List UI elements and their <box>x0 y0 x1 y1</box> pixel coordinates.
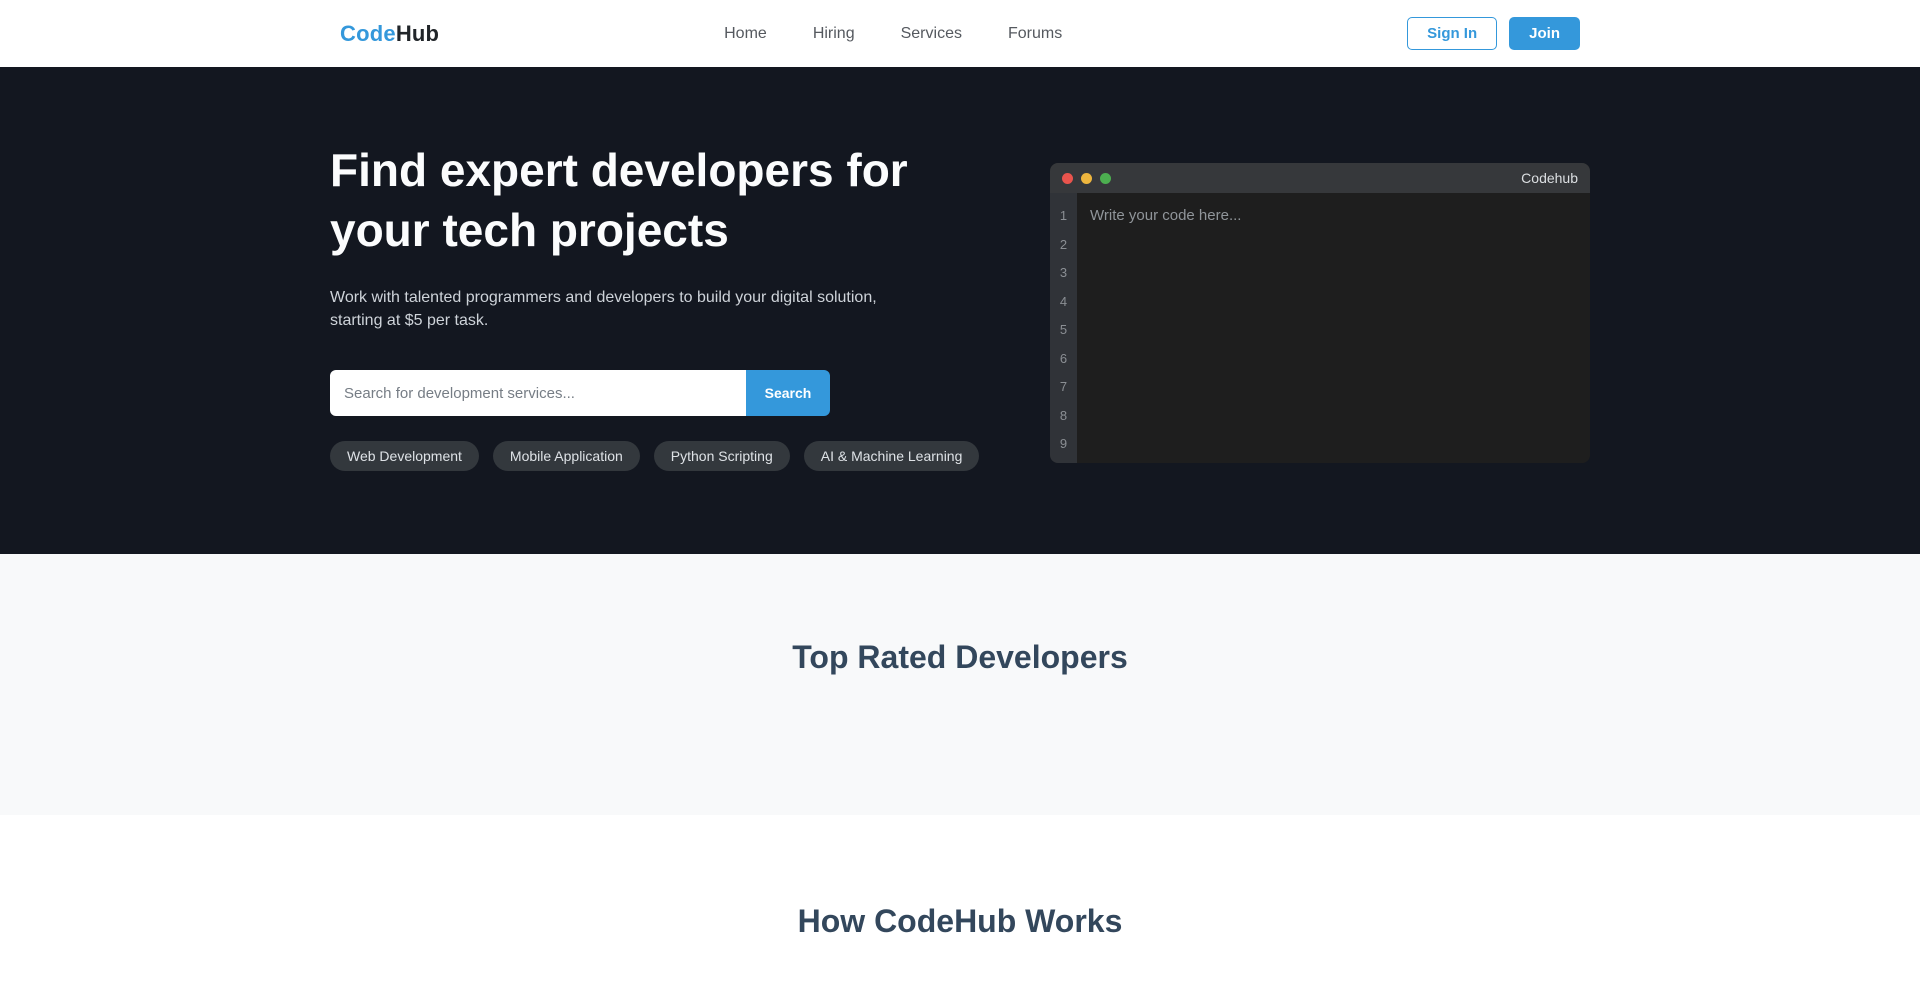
line-number: 5 <box>1050 316 1077 345</box>
editor-titlebar: Codehub <box>1050 163 1590 193</box>
tag-ai-machine-learning[interactable]: AI & Machine Learning <box>804 441 980 471</box>
top-rated-heading: Top Rated Developers <box>0 639 1920 676</box>
code-input-area[interactable]: Write your code here... <box>1077 193 1590 463</box>
sign-in-button[interactable]: Sign In <box>1407 17 1497 50</box>
close-traffic-light-icon <box>1062 173 1073 184</box>
search-button[interactable]: Search <box>746 370 830 416</box>
nav-link-hiring[interactable]: Hiring <box>813 25 855 43</box>
line-number: 2 <box>1050 231 1077 260</box>
how-it-works-heading: How CodeHub Works <box>0 903 1920 940</box>
nav-link-forums[interactable]: Forums <box>1008 25 1062 43</box>
how-codehub-works-section: How CodeHub Works <box>0 815 1920 993</box>
minimize-traffic-light-icon <box>1081 173 1092 184</box>
join-button[interactable]: Join <box>1509 17 1580 50</box>
hero-subtitle: Work with talented programmers and devel… <box>330 286 886 332</box>
line-number: 9 <box>1050 430 1077 459</box>
code-placeholder: Write your code here... <box>1090 207 1241 224</box>
line-number: 6 <box>1050 345 1077 374</box>
search-input[interactable] <box>330 370 746 416</box>
code-editor-window: Codehub 1 2 3 4 5 6 7 8 9 Write your cod… <box>1050 163 1590 463</box>
search-bar: Search <box>330 370 830 416</box>
line-number: 1 <box>1050 202 1077 231</box>
tag-web-development[interactable]: Web Development <box>330 441 479 471</box>
nav-link-services[interactable]: Services <box>901 25 962 43</box>
line-number: 3 <box>1050 259 1077 288</box>
top-rated-developers-section: Top Rated Developers <box>0 554 1920 815</box>
editor-body: 1 2 3 4 5 6 7 8 9 Write your code here..… <box>1050 193 1590 463</box>
hero-title: Find expert developers for your tech pro… <box>330 140 980 260</box>
editor-window-title: Codehub <box>1521 170 1578 186</box>
hero-section: Find expert developers for your tech pro… <box>0 67 1920 554</box>
maximize-traffic-light-icon <box>1100 173 1111 184</box>
editor-line-numbers: 1 2 3 4 5 6 7 8 9 <box>1050 193 1077 463</box>
line-number: 7 <box>1050 373 1077 402</box>
line-number: 8 <box>1050 402 1077 431</box>
hero-title-line2: your tech projects <box>330 200 980 260</box>
brand-logo[interactable]: CodeHub <box>340 21 439 47</box>
brand-logo-primary: Code <box>340 21 396 46</box>
navbar: CodeHub Home Hiring Services Forums Sign… <box>0 0 1920 67</box>
tag-mobile-application[interactable]: Mobile Application <box>493 441 640 471</box>
popular-tags: Web Development Mobile Application Pytho… <box>330 441 980 471</box>
hero-title-line1: Find expert developers for <box>330 140 980 200</box>
nav-links: Home Hiring Services Forums <box>724 25 1062 43</box>
line-number: 4 <box>1050 288 1077 317</box>
nav-link-home[interactable]: Home <box>724 25 767 43</box>
brand-logo-secondary: Hub <box>396 21 439 46</box>
tag-python-scripting[interactable]: Python Scripting <box>654 441 790 471</box>
auth-buttons: Sign In Join <box>1407 17 1580 50</box>
